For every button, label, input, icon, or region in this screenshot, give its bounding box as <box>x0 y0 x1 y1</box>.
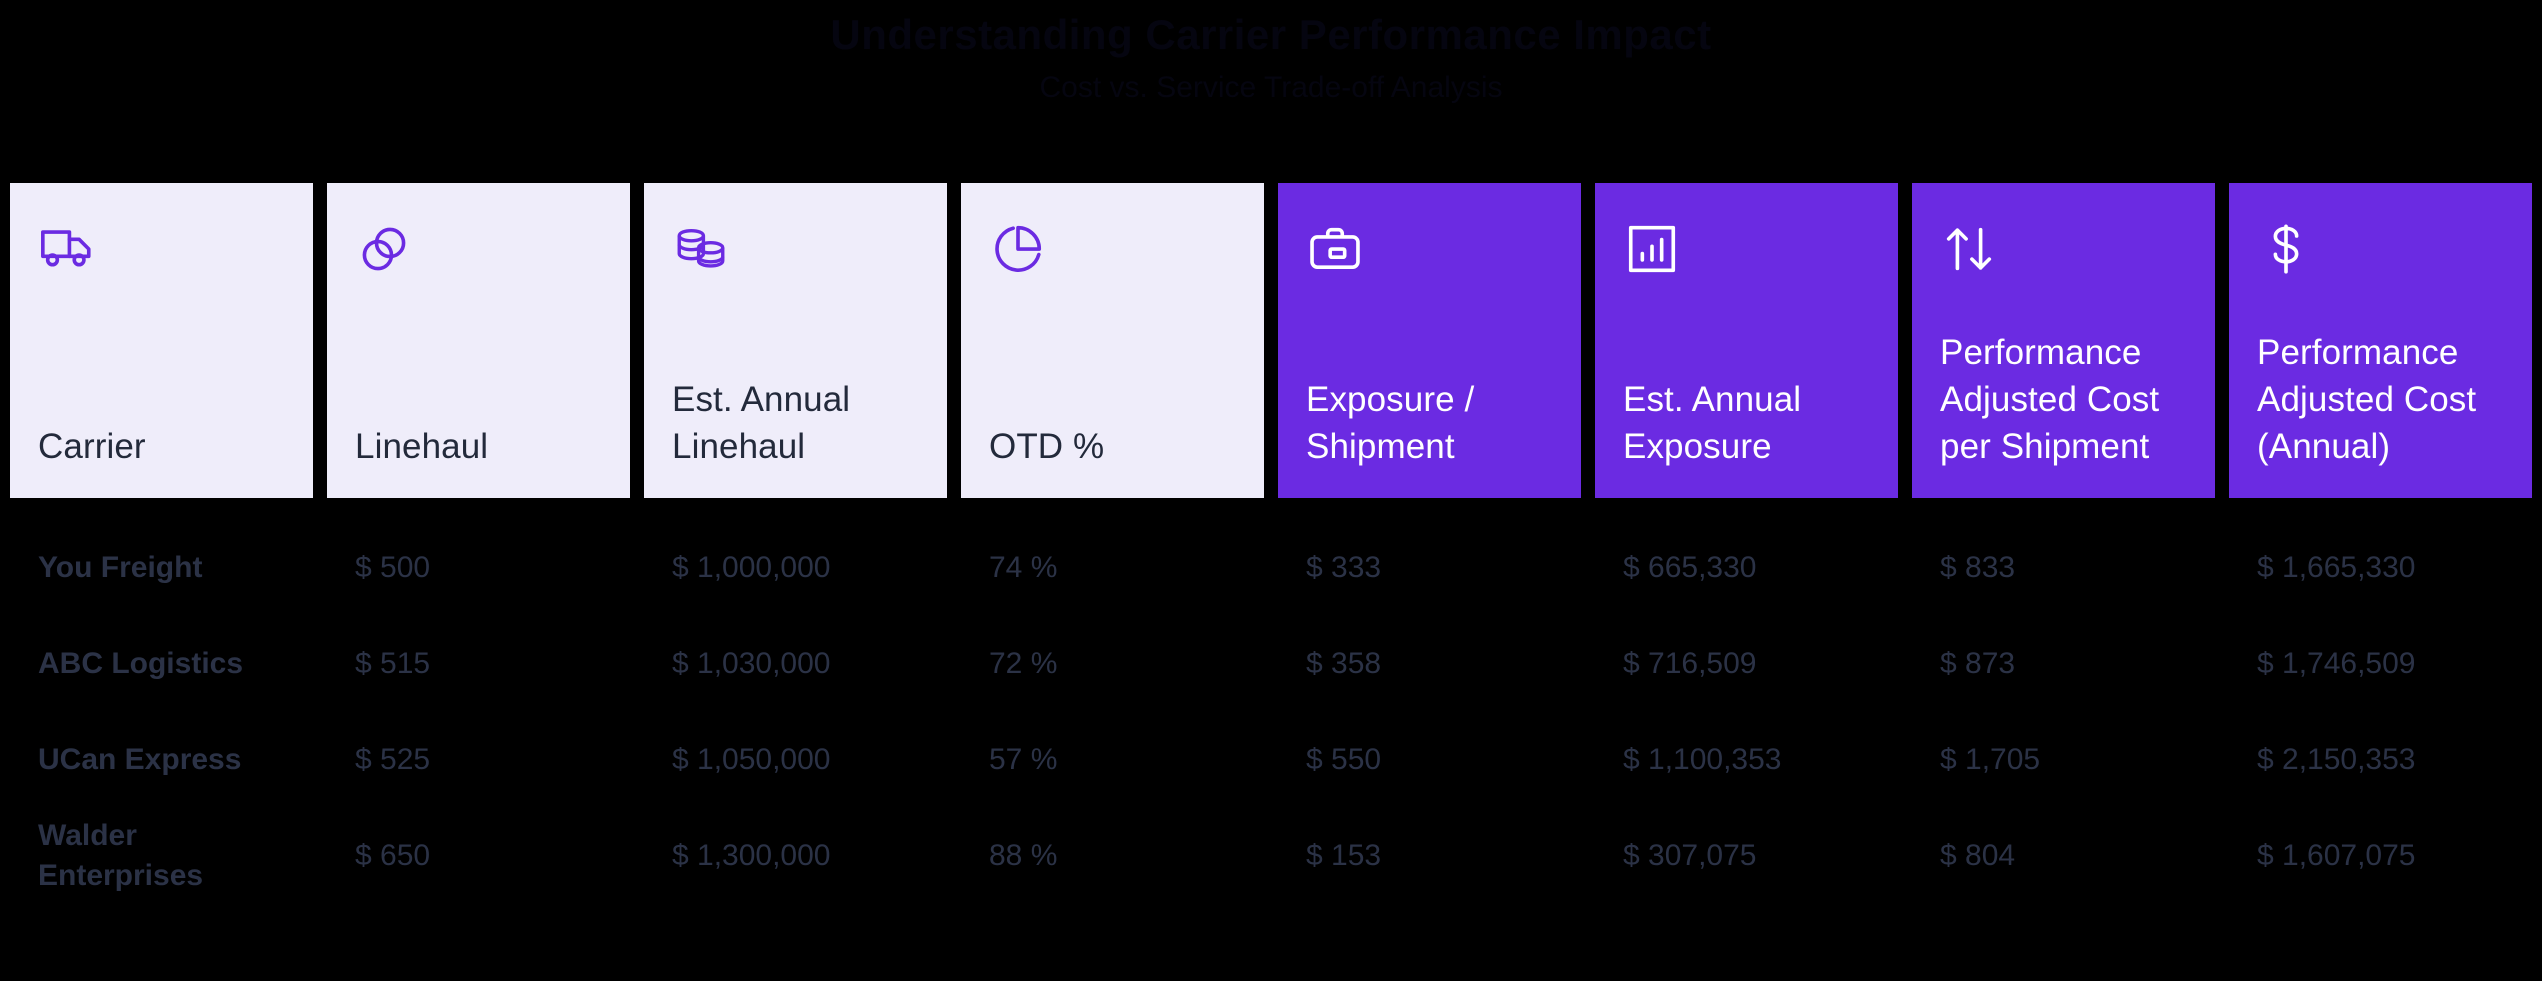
pie-chart-icon <box>995 225 1042 272</box>
cell-pac-per-shipment: $ 873 <box>1940 647 2016 680</box>
cell-annual-linehaul: $ 1,000,000 <box>672 551 831 584</box>
column-header-label: Linehaul <box>355 427 489 466</box>
cell-annual-exposure: $ 307,075 <box>1623 839 1757 872</box>
arrows-up-down-icon <box>1946 227 1992 271</box>
cell-annual-exposure: $ 716,509 <box>1623 647 1757 680</box>
column-header-est-annual-exposure[interactable]: Est. Annual Exposure <box>1595 183 1898 498</box>
cell-carrier: Walder Enterprises <box>38 819 204 892</box>
page-subtitle: Cost vs. Service Trade-off Analysis <box>1039 71 1503 104</box>
cell-pac-per-shipment: $ 804 <box>1940 839 2016 872</box>
title-block: Understanding Carrier Performance Impact… <box>0 6 2542 112</box>
briefcase-icon <box>1310 227 1360 269</box>
cell-linehaul: $ 515 <box>355 647 431 680</box>
cell-otd: 57 % <box>989 743 1058 776</box>
cell-linehaul: $ 500 <box>355 551 431 584</box>
data-table: You Freight $ 500 $ 1,000,000 74 % $ 333… <box>10 520 2532 904</box>
cell-exposure-per-shipment: $ 550 <box>1306 743 1382 776</box>
page-title: Understanding Carrier Performance Impact <box>830 11 1712 58</box>
column-header-label: Est. Annual Linehaul <box>672 380 851 466</box>
column-header-label: Est. Annual Exposure <box>1623 380 1802 466</box>
column-header-exposure-per-shipment[interactable]: Exposure / Shipment <box>1278 183 1581 498</box>
column-header-label: OTD % <box>989 427 1105 466</box>
dollar-sign-icon <box>2273 224 2299 274</box>
cell-exposure-per-shipment: $ 333 <box>1306 551 1382 584</box>
cell-pac-per-shipment: $ 1,705 <box>1940 743 2041 776</box>
cell-carrier: ABC Logistics <box>38 647 244 680</box>
column-header-row: Carrier Linehaul Est. Annual Linehaul OT… <box>10 183 2532 498</box>
bar-chart-icon <box>1628 225 1676 273</box>
column-header-pac-per-shipment[interactable]: Performance Adjusted Cost per Shipment <box>1912 183 2215 498</box>
cell-linehaul: $ 525 <box>355 743 431 776</box>
cell-exposure-per-shipment: $ 358 <box>1306 647 1382 680</box>
cell-exposure-per-shipment: $ 153 <box>1306 839 1382 872</box>
cell-annual-linehaul: $ 1,300,000 <box>672 839 831 872</box>
cell-pac-annual: $ 2,150,353 <box>2257 743 2416 776</box>
cell-pac-annual: $ 1,607,075 <box>2257 839 2416 872</box>
cell-otd: 74 % <box>989 551 1058 584</box>
column-header-pac-annual[interactable]: Performance Adjusted Cost (Annual) <box>2229 183 2532 498</box>
table-row[interactable]: UCan Express $ 525 $ 1,050,000 57 % $ 55… <box>10 712 2532 808</box>
cell-pac-annual: $ 1,746,509 <box>2257 647 2416 680</box>
column-header-label: Performance Adjusted Cost per Shipment <box>1940 333 2160 466</box>
cell-pac-per-shipment: $ 833 <box>1940 551 2016 584</box>
column-header-label: Performance Adjusted Cost (Annual) <box>2257 333 2477 466</box>
column-header-linehaul[interactable]: Linehaul <box>327 183 630 498</box>
column-header-label: Exposure / Shipment <box>1306 380 1475 466</box>
cell-otd: 72 % <box>989 647 1058 680</box>
column-header-label: Carrier <box>38 427 146 466</box>
table-row[interactable]: Walder Enterprises $ 650 $ 1,300,000 88 … <box>10 808 2532 904</box>
coins-circles-icon <box>362 227 406 271</box>
cell-pac-annual: $ 1,665,330 <box>2257 551 2416 584</box>
table-row[interactable]: You Freight $ 500 $ 1,000,000 74 % $ 333… <box>10 520 2532 616</box>
column-header-otd[interactable]: OTD % <box>961 183 1264 498</box>
cell-carrier: You Freight <box>38 551 203 584</box>
cell-linehaul: $ 650 <box>355 839 431 872</box>
table-row[interactable]: ABC Logistics $ 515 $ 1,030,000 72 % $ 3… <box>10 616 2532 712</box>
truck-icon <box>41 230 91 267</box>
cell-annual-exposure: $ 1,100,353 <box>1623 743 1782 776</box>
cell-annual-linehaul: $ 1,050,000 <box>672 743 831 776</box>
cell-carrier: UCan Express <box>38 743 242 776</box>
column-header-est-annual-linehaul[interactable]: Est. Annual Linehaul <box>644 183 947 498</box>
column-header-carrier[interactable]: Carrier <box>10 183 313 498</box>
cell-annual-exposure: $ 665,330 <box>1623 551 1757 584</box>
slide-canvas: Understanding Carrier Performance Impact… <box>0 0 2542 981</box>
coin-stacks-icon <box>677 228 725 268</box>
cell-annual-linehaul: $ 1,030,000 <box>672 647 831 680</box>
cell-otd: 88 % <box>989 839 1058 872</box>
